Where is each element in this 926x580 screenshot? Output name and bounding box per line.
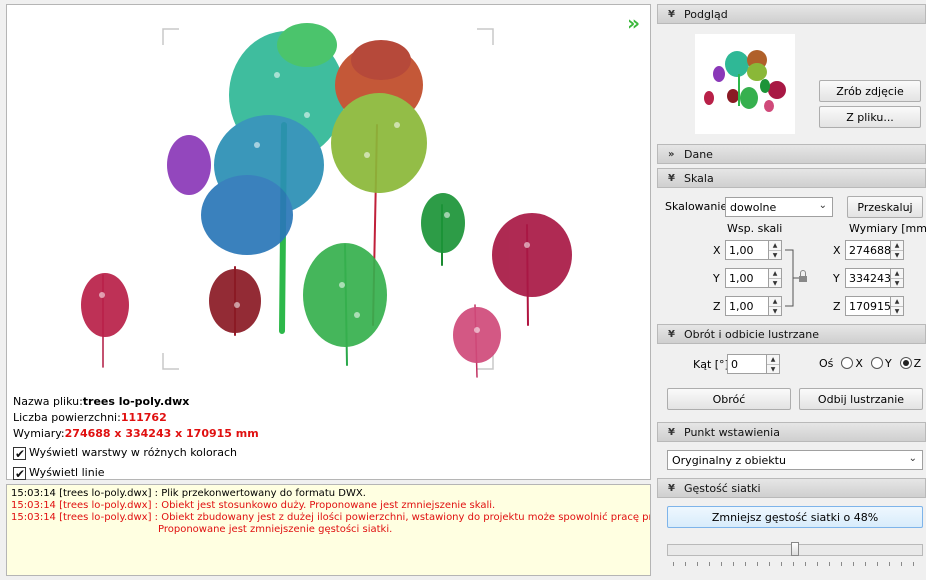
rescale-button[interactable]: Przeskaluj <box>847 196 923 218</box>
tree-models-render <box>81 23 572 378</box>
preview-panel-header[interactable]: ¥ Podgląd <box>657 4 926 24</box>
show-layers-label: Wyświetl warstwy w różnych kolorach <box>29 446 237 459</box>
axis-label: Oś <box>819 357 834 370</box>
scale-z-spinbox[interactable]: 1,00 ▲ ▼ <box>725 296 782 316</box>
mesh-panel: Zmniejsz gęstość siatki o 48% <box>657 498 926 578</box>
angle-label: Kąt [°] <box>693 358 729 371</box>
scale-panel: Skalowanie dowolne ⌄ Przeskaluj Wsp. skal… <box>657 188 926 324</box>
rotation-panel: Kąt [°] 0 ▲ ▼ Oś X Y Z Obróć Odbij lustrza… <box>657 344 926 422</box>
file-name-label: Nazwa pliku: <box>13 395 83 408</box>
surfaces-row: Liczba powierzchni:111762 <box>13 410 644 426</box>
axis-z-radio[interactable]: Z <box>899 357 921 370</box>
dimensions-value: 274688 x 334243 x 170915 mm <box>64 427 259 440</box>
show-layers-checkbox[interactable] <box>13 445 26 463</box>
double-chevron-down-icon: ¥ <box>668 426 675 438</box>
file-name-value: trees lo-poly.dwx <box>82 395 190 408</box>
scale-x-spinbox[interactable]: 1,00 ▲ ▼ <box>725 240 782 260</box>
dimensions-header: Wymiary [mm] <box>849 222 926 235</box>
slider-ticks <box>673 562 919 566</box>
from-file-button[interactable]: Z pliku... <box>819 106 921 128</box>
dimension-z-spinbox[interactable]: 170915 ▲ ▼ <box>845 296 904 316</box>
surfaces-label: Liczba powierzchni: <box>13 411 121 424</box>
surfaces-value: 111762 <box>120 411 167 424</box>
dimensions-row: Wymiary:274688 x 334243 x 170915 mm <box>13 426 644 442</box>
scaling-label: Skalowanie <box>665 200 728 213</box>
preview-panel: Zrób zdjęcie Z pliku... <box>657 24 926 144</box>
preview-thumbnail <box>695 34 795 134</box>
show-lines-label: Wyświetl linie <box>29 466 105 479</box>
proportion-lock-icon[interactable] <box>785 246 809 310</box>
double-chevron-down-icon: ¥ <box>668 482 675 494</box>
message-log[interactable]: 15:03:14 [trees lo-poly.dwx] : Plik prze… <box>6 484 651 576</box>
rotation-panel-header[interactable]: ¥ Obrót i odbicie lustrzane <box>657 324 926 344</box>
show-lines-checkbox-row[interactable]: Wyświetl linie <box>13 464 644 483</box>
mesh-density-slider-handle[interactable] <box>791 542 799 556</box>
angle-spinbox[interactable]: 0 ▲ ▼ <box>727 354 780 374</box>
chevron-down-icon: ⌄ <box>908 453 917 464</box>
double-chevron-right-icon[interactable]: » <box>627 11 640 35</box>
axis-radio-group: Oś X Y Z <box>819 357 921 370</box>
data-panel-header[interactable]: » Dane <box>657 144 926 164</box>
insertion-point-select[interactable]: Oryginalny z obiektu ⌄ <box>667 450 923 470</box>
scale-factor-header: Wsp. skali <box>727 222 783 235</box>
double-chevron-down-icon: ¥ <box>668 8 675 20</box>
insertion-panel-header[interactable]: ¥ Punkt wstawienia <box>657 422 926 442</box>
dimension-x-spinbox[interactable]: 274688 ▲ ▼ <box>845 240 904 260</box>
double-chevron-down-icon: ¥ <box>668 172 675 184</box>
dimension-y-spinbox[interactable]: 334243 ▲ ▼ <box>845 268 904 288</box>
model-info: Nazwa pliku:trees lo-poly.dwx Liczba pow… <box>6 388 651 483</box>
properties-panel: ¥ Podgląd Zrób zdjęcie Z pliku... » Dane… <box>657 4 926 580</box>
axis-y-radio[interactable]: Y <box>870 357 892 370</box>
chevron-down-icon: ⌄ <box>818 200 827 211</box>
log-line: 15:03:14 [trees lo-poly.dwx] : Obiekt zb… <box>11 512 651 523</box>
file-name-row: Nazwa pliku:trees lo-poly.dwx <box>13 394 644 410</box>
log-line: 15:03:14 [trees lo-poly.dwx] : Plik prze… <box>11 488 366 499</box>
importer-window: » Nazwa pliku:trees lo-poly.dwx Liczba p… <box>0 0 926 580</box>
show-layers-checkbox-row[interactable]: Wyświetl warstwy w różnych kolorach <box>13 444 644 463</box>
show-lines-checkbox[interactable] <box>13 465 26 483</box>
double-chevron-right-icon: » <box>668 148 675 160</box>
double-chevron-down-icon: ¥ <box>668 328 675 340</box>
log-line: Proponowane jest zmniejszenie gęstości s… <box>158 524 393 535</box>
dimensions-label: Wymiary: <box>13 427 65 440</box>
scale-panel-header[interactable]: ¥ Skala <box>657 168 926 188</box>
reduce-mesh-button[interactable]: Zmniejsz gęstość siatki o 48% <box>667 506 923 528</box>
log-line: 15:03:14 [trees lo-poly.dwx] : Obiekt je… <box>11 500 496 511</box>
rotate-button[interactable]: Obróć <box>667 388 791 410</box>
mirror-button[interactable]: Odbij lustrzanie <box>799 388 923 410</box>
take-photo-button[interactable]: Zrób zdjęcie <box>819 80 921 102</box>
model-viewport[interactable]: » <box>6 4 651 388</box>
mesh-panel-header[interactable]: ¥ Gęstość siatki <box>657 478 926 498</box>
insertion-panel: Oryginalny z obiektu ⌄ <box>657 442 926 478</box>
scaling-select[interactable]: dowolne ⌄ <box>725 197 833 217</box>
axis-x-radio[interactable]: X <box>841 357 863 370</box>
scale-y-spinbox[interactable]: 1,00 ▲ ▼ <box>725 268 782 288</box>
